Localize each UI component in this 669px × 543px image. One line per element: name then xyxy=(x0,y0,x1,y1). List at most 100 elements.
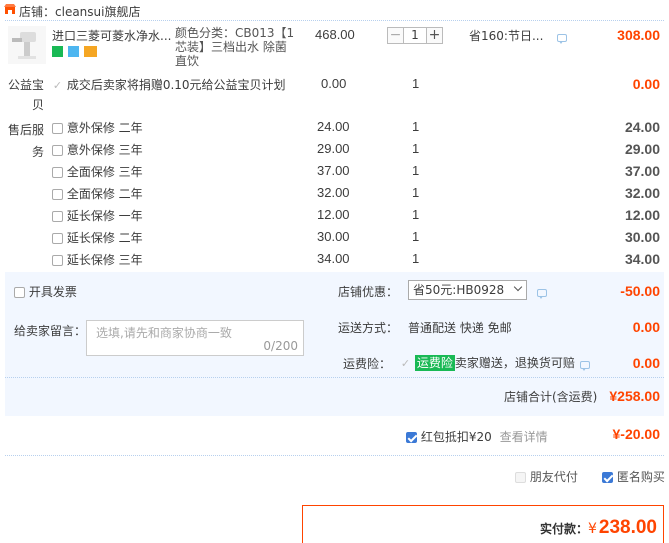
charity-option: ✓ 成交后卖家将捐赠0.10元给公益宝贝计划 xyxy=(52,76,286,93)
message-placeholder: 选填,请先和商家协商一致 xyxy=(96,326,232,340)
service-option[interactable]: 全面保修 三年 xyxy=(52,163,143,180)
friend-pay-option: 朋友代付 xyxy=(515,468,578,485)
divider xyxy=(5,377,664,378)
service-option[interactable]: 延长保修 一年 xyxy=(52,207,143,224)
chevron-down-icon xyxy=(513,282,523,292)
product-badges xyxy=(52,46,97,58)
friend-pay-label: 朋友代付 xyxy=(529,470,578,484)
insurance-checkbox: ✓ xyxy=(400,357,411,370)
service-qty: 1 xyxy=(412,207,420,222)
invoice-option[interactable]: 开具发票 xyxy=(14,283,77,300)
shop-name[interactable]: 店铺：cleansui旗舰店 xyxy=(19,3,140,20)
service-price: 29.00 xyxy=(317,141,350,156)
redpacket-details-link[interactable]: 查看详情 xyxy=(500,430,548,444)
invoice-checkbox[interactable] xyxy=(14,287,25,298)
service-name: 全面保修 三年 xyxy=(66,165,143,179)
promo-message-icon[interactable] xyxy=(557,31,567,45)
shop-label: 店铺： xyxy=(19,5,56,19)
tmall-badge-icon xyxy=(52,46,63,57)
redpacket-option[interactable]: 红包抵扣¥20 查看详情 xyxy=(406,428,548,445)
redpacket-amount: ¥-20.00 xyxy=(612,426,660,442)
insurance-option: ✓ 运费险 卖家赠送，退换货可赔 xyxy=(400,354,575,371)
friend-pay-checkbox xyxy=(515,472,526,483)
service-price: 32.00 xyxy=(317,185,350,200)
service-qty: 1 xyxy=(412,229,420,244)
message-counter: 0/200 xyxy=(263,339,298,353)
discount-select[interactable]: 省50元:HB0928 xyxy=(408,280,527,300)
service-qty: 1 xyxy=(412,163,420,178)
shop-total-label: 店铺合计(含运费) xyxy=(504,390,598,404)
qty-increase-button[interactable]: + xyxy=(426,27,443,44)
anonymous-checkbox[interactable] xyxy=(602,472,613,483)
service-checkbox[interactable] xyxy=(52,255,63,266)
invoice-label: 开具发票 xyxy=(28,285,77,299)
service-price: 24.00 xyxy=(317,119,350,134)
charity-qty: 1 xyxy=(412,76,420,91)
service-price: 12.00 xyxy=(317,207,350,222)
charity-label: 公益宝 贝 xyxy=(8,75,44,115)
charity-subtotal: 0.00 xyxy=(632,76,660,92)
charity-label-line: 公益宝 xyxy=(8,78,45,92)
anonymous-option[interactable]: 匿名购买 xyxy=(602,468,665,485)
divider xyxy=(5,20,664,21)
card-badge-icon xyxy=(83,46,97,57)
service-name: 意外保修 二年 xyxy=(66,121,143,135)
service-checkbox[interactable] xyxy=(52,123,63,134)
service-checkbox[interactable] xyxy=(52,189,63,200)
service-name: 延长保修 三年 xyxy=(66,253,143,267)
charity-checkbox: ✓ xyxy=(52,79,63,92)
service-checkbox[interactable] xyxy=(52,145,63,156)
service-name: 全面保修 二年 xyxy=(66,187,143,201)
service-label-line: 务 xyxy=(32,145,45,159)
service-subtotal: 29.00 xyxy=(624,141,660,157)
insurance-text: 卖家赠送，退换货可赔 xyxy=(454,356,575,370)
service-subtotal: 24.00 xyxy=(624,119,660,135)
qty-input[interactable]: 1 xyxy=(403,27,427,44)
message-label: 给卖家留言： xyxy=(14,324,87,338)
sku-line: 芯装】三档出水 除菌 xyxy=(175,40,287,54)
message-input[interactable]: 选填,请先和商家协商一致 0/200 xyxy=(86,320,304,356)
service-option[interactable]: 延长保修 三年 xyxy=(52,251,143,268)
discount-message-icon[interactable] xyxy=(537,286,547,300)
insurance-help-icon[interactable] xyxy=(580,358,590,372)
redpacket-label: 红包抵扣¥20 xyxy=(420,430,492,444)
discount-amount: -50.00 xyxy=(620,283,660,299)
shop-link[interactable]: cleansui旗舰店 xyxy=(55,5,140,19)
service-option[interactable]: 全面保修 二年 xyxy=(52,185,143,202)
payment-label: 实付款： xyxy=(539,522,588,536)
service-subtotal: 30.00 xyxy=(624,229,660,245)
guarantee-badge-icon xyxy=(67,46,79,57)
service-name: 延长保修 二年 xyxy=(66,231,143,245)
service-checkbox[interactable] xyxy=(52,167,63,178)
service-price: 30.00 xyxy=(317,229,350,244)
shipping-method: 普通配送 快递 免邮 xyxy=(408,321,512,335)
service-option[interactable]: 意外保修 三年 xyxy=(52,141,143,158)
service-qty: 1 xyxy=(412,185,420,200)
charity-price: 0.00 xyxy=(321,76,347,91)
service-qty: 1 xyxy=(412,119,420,134)
qty-decrease-button[interactable]: − xyxy=(387,27,404,44)
product-title[interactable]: 进口三菱可菱水净水... xyxy=(52,27,171,44)
service-option[interactable]: 延长保修 二年 xyxy=(52,229,143,246)
service-label: 售后服 务 xyxy=(8,119,44,163)
service-qty: 1 xyxy=(412,251,420,266)
shipping-label: 运送方式： xyxy=(338,321,399,335)
service-name: 延长保修 一年 xyxy=(66,209,143,223)
divider xyxy=(5,455,664,456)
redpacket-checkbox[interactable] xyxy=(406,432,417,443)
service-option[interactable]: 意外保修 二年 xyxy=(52,119,143,136)
service-checkbox[interactable] xyxy=(52,233,63,244)
service-checkbox[interactable] xyxy=(52,211,63,222)
service-qty: 1 xyxy=(412,141,420,156)
item-subtotal: 308.00 xyxy=(617,27,660,43)
sku-line: 颜色分类：CB013【1 xyxy=(175,26,295,40)
shop-total-amount: ¥258.00 xyxy=(609,388,660,404)
product-thumbnail[interactable] xyxy=(8,26,46,64)
payment-total: 实付款：¥ 238.00 xyxy=(540,517,657,539)
service-subtotal: 34.00 xyxy=(624,251,660,267)
promo-text[interactable]: 省160:节日... xyxy=(469,27,543,44)
unit-price: 468.00 xyxy=(315,27,355,42)
service-price: 34.00 xyxy=(317,251,350,266)
insurance-badge: 运费险 xyxy=(414,355,455,371)
sku-line: 直饮 xyxy=(175,54,200,68)
